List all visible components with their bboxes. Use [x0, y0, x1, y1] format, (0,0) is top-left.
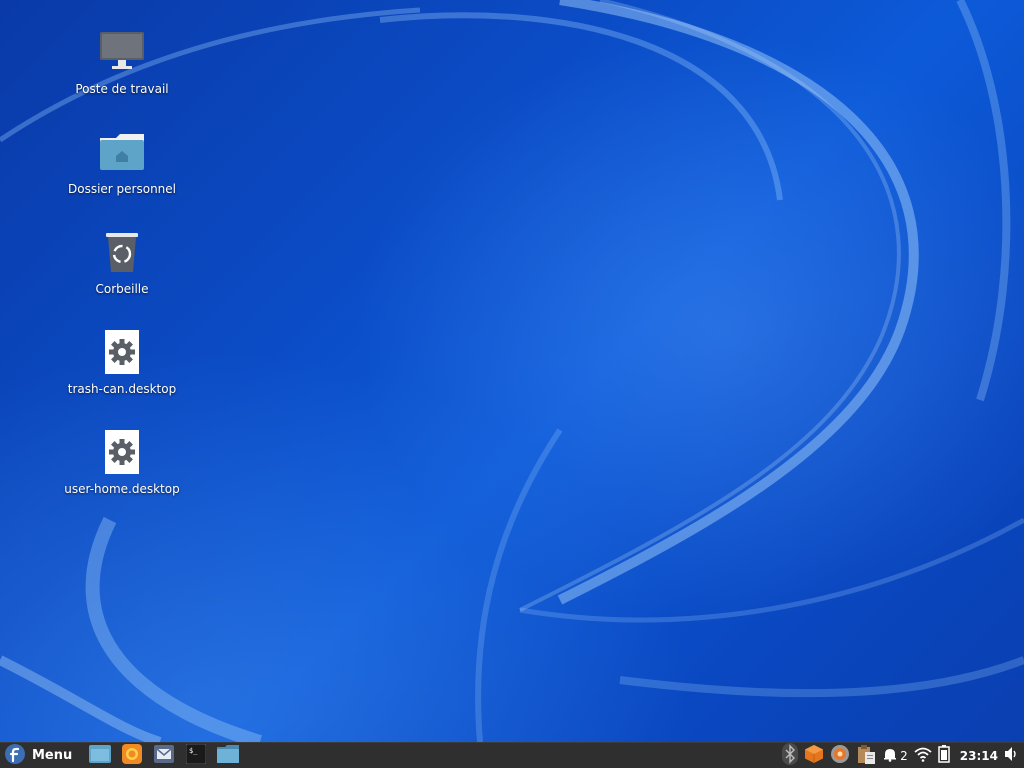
- mail-launcher[interactable]: [150, 743, 178, 769]
- battery-icon: [938, 745, 950, 767]
- desktop-icon-trash-can-desktop[interactable]: trash-can.desktop: [62, 328, 182, 396]
- home-folder-icon: [96, 128, 148, 176]
- menu-label: Menu: [32, 748, 73, 763]
- desktop-icon-label: Poste de travail: [75, 82, 169, 96]
- volume-icon: [1004, 746, 1018, 766]
- desktop-icon-label: trash-can.desktop: [67, 382, 177, 396]
- desktop-icon-poste-de-travail[interactable]: Poste de travail: [62, 28, 182, 96]
- desktop-icon-corbeille[interactable]: Corbeille: [62, 228, 182, 296]
- mail-icon: [154, 744, 175, 767]
- fedora-logo-icon: [4, 743, 26, 769]
- desktop-file-icon: [96, 428, 148, 476]
- show-desktop-launcher[interactable]: [86, 743, 114, 769]
- show-desktop-icon: [89, 744, 112, 767]
- terminal-icon: $_: [185, 743, 207, 768]
- clipboard-icon: [856, 744, 876, 768]
- desktop-icon-label: Dossier personnel: [67, 182, 176, 196]
- svg-text:$_: $_: [189, 747, 198, 755]
- computer-icon: [96, 28, 148, 76]
- bluetooth-tray[interactable]: [782, 743, 799, 769]
- volume-tray[interactable]: [1004, 743, 1018, 769]
- desktop-icon-dossier-personnel[interactable]: Dossier personnel: [62, 128, 182, 196]
- notifications-tray[interactable]: 2: [882, 743, 908, 769]
- bluetooth-icon: [782, 743, 799, 769]
- screenshot-tool-icon: [830, 744, 850, 768]
- firefox-launcher[interactable]: [118, 743, 146, 769]
- clock[interactable]: 23:14: [960, 749, 998, 763]
- taskbar: Menu $_ 2 23:14: [0, 742, 1024, 768]
- file-manager-icon: [217, 744, 240, 767]
- firefox-icon: [122, 743, 143, 768]
- file-manager-launcher[interactable]: [214, 743, 242, 769]
- quick-launch-bar: $_: [82, 743, 242, 769]
- screenshot-tool-tray[interactable]: [830, 743, 850, 769]
- wifi-icon: [914, 746, 932, 766]
- package-updater-icon: [804, 744, 824, 768]
- battery-tray[interactable]: [938, 743, 950, 769]
- notification-bell-icon: [882, 746, 898, 766]
- system-tray: 2 23:14: [782, 743, 1024, 769]
- package-updater-tray[interactable]: [804, 743, 824, 769]
- notification-count: 2: [900, 749, 908, 763]
- trash-icon: [96, 228, 148, 276]
- desktop-icon-label: user-home.desktop: [64, 482, 180, 496]
- desktop[interactable]: Poste de travail Dossier personnel Corbe…: [0, 0, 1024, 742]
- wifi-tray[interactable]: [914, 743, 932, 769]
- desktop-icon-user-home-desktop[interactable]: user-home.desktop: [62, 428, 182, 496]
- terminal-launcher[interactable]: $_: [182, 743, 210, 769]
- clipboard-tray[interactable]: [856, 743, 876, 769]
- menu-button[interactable]: Menu: [0, 743, 78, 769]
- desktop-file-icon: [96, 328, 148, 376]
- desktop-icon-label: Corbeille: [95, 282, 149, 296]
